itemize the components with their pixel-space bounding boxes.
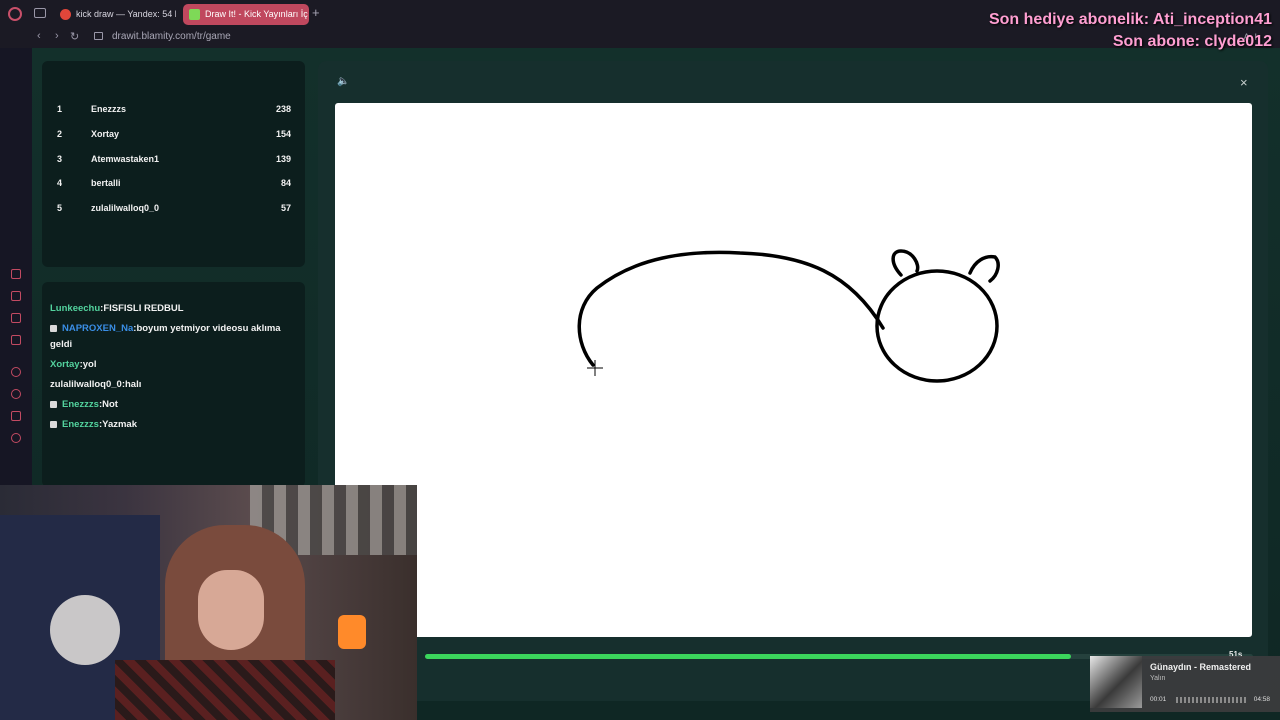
player-score: 57 [280,203,291,213]
waveform-progress [1176,697,1248,703]
yandex-favicon-icon [60,9,71,20]
subscriber-badge-icon [50,421,57,428]
chat-message: zulalilwalloq0_0:halı [50,379,142,390]
close-button[interactable]: × [1240,75,1248,90]
chat-username[interactable]: NAPROXEN_Na [62,323,133,334]
song-title: Günaydın - Remastered [1150,662,1252,672]
chat-text: yol [82,359,97,370]
player-score: 84 [280,178,291,188]
drawing-canvas[interactable] [335,103,1252,637]
rank: 2 [57,129,63,139]
reload-button[interactable]: ↻ [70,30,79,43]
leaderboard-row: 2 Xortay 154 [57,129,291,143]
rank: 3 [57,154,63,164]
subscriber-badge-icon [50,325,57,332]
tab-draw-it[interactable]: Draw It! - Kick Yayınları İç [183,4,309,25]
play-icon[interactable] [11,367,21,377]
rank: 4 [57,178,63,188]
leaderboard-row: 1 Enezzzs 238 [57,104,291,118]
subscriber-badge-icon [50,401,57,408]
streamer-face-image [198,570,264,650]
drawing-strokes [577,249,1000,383]
speaker-icon[interactable]: 🔈 [337,77,349,87]
tail-stroke [577,250,885,367]
player-name: Enezzzs [91,104,127,114]
leaderboard-row: 4 bertalli 84 [57,178,291,192]
tab-label: kick draw — Yandex: 54 b [76,9,176,19]
tab-label: Draw It! - Kick Yayınları İç [205,9,308,19]
leaderboard-row: 3 Atemwastaken1 139 [57,154,291,168]
player-score: 139 [275,154,291,164]
last-sub-text: Son abone: clyde012 [1112,33,1272,50]
album-cover-image [1090,656,1142,708]
chat-message: Enezzzs:Not [50,397,298,413]
lamp-image [338,615,366,649]
chat-username[interactable]: Lunkeechu [50,303,100,314]
round-timer-fill [425,654,1071,659]
leaderboard-row: 5 zulalilwalloq0_0 57 [57,203,291,217]
chat-text: Yazmak [102,419,138,430]
notes-icon[interactable] [11,313,21,323]
history-icon[interactable] [11,269,21,279]
player-score: 154 [275,129,291,139]
back-button[interactable]: ‹ [37,30,41,42]
head-stroke [875,269,999,383]
forward-button[interactable]: › [55,30,59,42]
left-ear-stroke [891,249,920,277]
chat-text: FISFISLI REDBUL [103,303,184,314]
new-tab-button[interactable]: + [312,5,320,20]
right-ear-stroke [968,254,1000,283]
url-field[interactable]: drawit.blamity.com/tr/game [112,31,231,42]
chat-text: Not [102,399,118,410]
last-gift-sub-text: Son hediye abonelik: Ati_inception41 [988,11,1272,28]
chat-message: Xortay:yol [50,359,97,370]
track-duration: 04:58 [1253,696,1270,703]
chat-message: Lunkeechu:FISFISLI REDBUL [50,303,184,314]
chat-message: NAPROXEN_Na:boyum yetmiyor videosu aklım… [50,323,281,350]
rank: 1 [57,104,63,114]
tab-overview-icon[interactable] [34,8,46,18]
now-playing-widget: Günaydın - Remastered Yalın 00:01 04:58 [1090,656,1280,712]
chat-username[interactable]: Enezzzs [62,419,99,430]
extensions-icon[interactable] [11,411,21,421]
elapsed-time: 00:01 [1150,696,1167,703]
player-score: 238 [275,104,291,114]
chat-text: halı [124,379,142,390]
chat-username[interactable]: Xortay [50,359,80,370]
clock-icon[interactable] [11,389,21,399]
player-name: Xortay [91,129,120,139]
player-name: Atemwastaken1 [91,154,160,164]
player-name: bertalli [91,178,121,188]
song-artist: Yalın [1150,675,1166,682]
rank: 5 [57,203,63,213]
plaid-shirt-image [115,660,335,720]
chat-message: Enezzzs:Yazmak [50,417,298,433]
draw-it-favicon-icon [189,9,200,20]
sun-tapestry-icon [50,595,120,665]
chat-username[interactable]: Enezzzs [62,399,99,410]
mail-icon[interactable] [11,335,21,345]
settings-gear-icon[interactable] [11,433,21,443]
bag-icon[interactable] [11,291,21,301]
browser-logo-icon[interactable] [8,7,22,21]
lock-icon [94,32,103,40]
chat-username[interactable]: zulalilwalloq0_0 [50,379,122,390]
browser-sidebar [0,48,32,488]
webcam-feed [0,485,417,720]
tab-yandex[interactable]: kick draw — Yandex: 54 b [54,4,176,25]
player-name: zulalilwalloq0_0 [91,203,160,213]
